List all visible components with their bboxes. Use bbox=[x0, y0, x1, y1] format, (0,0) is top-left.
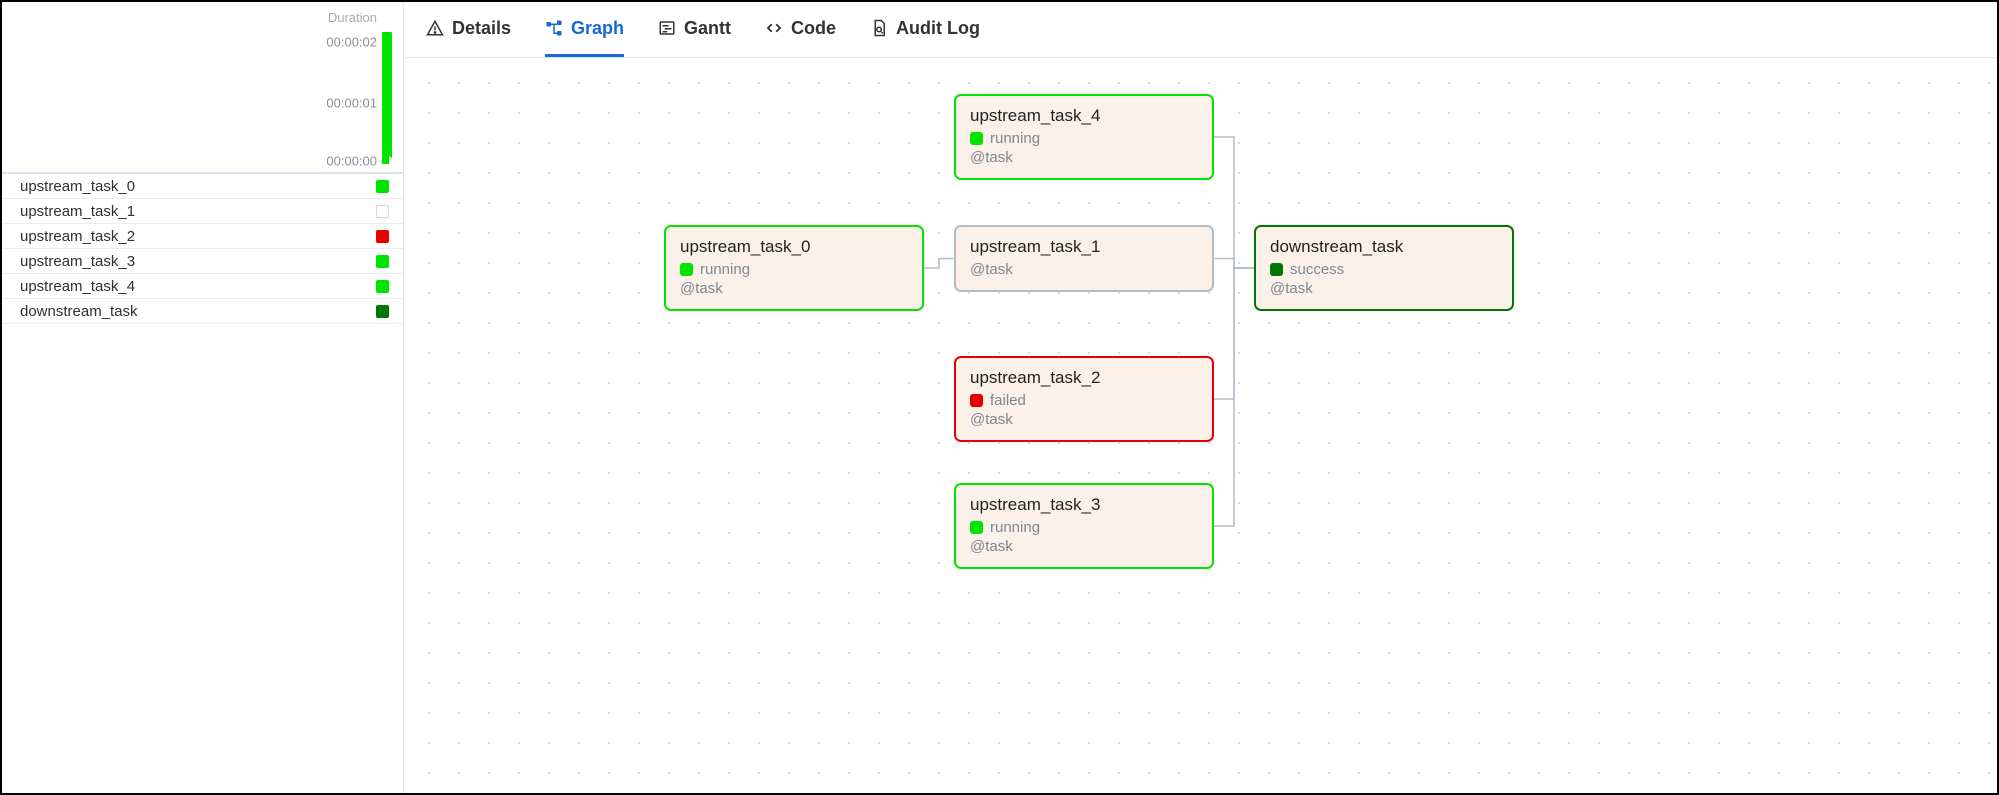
node-title: upstream_task_1 bbox=[970, 237, 1198, 257]
status-chip-running bbox=[376, 255, 389, 268]
node-status: failed bbox=[970, 392, 1198, 409]
details-icon bbox=[426, 19, 444, 37]
task-row-label: downstream_task bbox=[20, 303, 138, 320]
duration-axis: 00:00:02 00:00:01 00:00:00 bbox=[2, 28, 377, 164]
task-row-upstream_task_2[interactable]: upstream_task_2 bbox=[2, 224, 403, 249]
graph-node-upstream_task_0[interactable]: upstream_task_0running @task bbox=[664, 225, 924, 311]
status-dot-failed bbox=[970, 394, 983, 407]
graph-node-upstream_task_4[interactable]: upstream_task_4running @task bbox=[954, 94, 1214, 180]
status-chip-failed bbox=[376, 230, 389, 243]
tab-code[interactable]: Code bbox=[765, 2, 836, 57]
edge-upstream_task_3-downstream_task bbox=[1214, 268, 1254, 526]
graph-node-upstream_task_2[interactable]: upstream_task_2failed @task bbox=[954, 356, 1214, 442]
duration-bar[interactable] bbox=[382, 32, 392, 164]
code-icon bbox=[765, 19, 783, 37]
node-status-label: running bbox=[990, 130, 1040, 147]
edge-upstream_task_4-downstream_task bbox=[1214, 137, 1254, 268]
sidebar: Duration 00:00:02 00:00:01 00:00:00 upst… bbox=[2, 2, 404, 793]
task-list: upstream_task_0 upstream_task_1 upstream_t… bbox=[2, 174, 403, 324]
node-status: running bbox=[970, 130, 1198, 147]
node-decorator: @task bbox=[970, 411, 1198, 428]
gantt-icon bbox=[658, 19, 676, 37]
node-decorator: @task bbox=[680, 280, 908, 297]
status-chip-success bbox=[376, 305, 389, 318]
task-row-label: upstream_task_3 bbox=[20, 253, 135, 270]
graph-icon bbox=[545, 19, 563, 37]
tab-graph[interactable]: Graph bbox=[545, 2, 624, 57]
graph-node-upstream_task_3[interactable]: upstream_task_3running @task bbox=[954, 483, 1214, 569]
tab-label: Code bbox=[791, 18, 836, 39]
node-status: running bbox=[680, 261, 908, 278]
tab-label: Details bbox=[452, 18, 511, 39]
duration-axis-label: Duration bbox=[328, 10, 377, 25]
tab-gantt[interactable]: Gantt bbox=[658, 2, 731, 57]
task-row-label: upstream_task_0 bbox=[20, 178, 135, 195]
task-row-label: upstream_task_1 bbox=[20, 203, 135, 220]
status-chip-running bbox=[376, 180, 389, 193]
node-status: success bbox=[1270, 261, 1498, 278]
duration-tick: 00:00:01 bbox=[326, 95, 377, 110]
node-title: upstream_task_4 bbox=[970, 106, 1198, 126]
node-status-label: success bbox=[1290, 261, 1344, 278]
tab-label: Audit Log bbox=[896, 18, 980, 39]
tab-label: Gantt bbox=[684, 18, 731, 39]
task-row-downstream_task[interactable]: downstream_task bbox=[2, 299, 403, 324]
status-dot-running bbox=[970, 132, 983, 145]
auditlog-icon bbox=[870, 19, 888, 37]
task-row-label: upstream_task_2 bbox=[20, 228, 135, 245]
node-status: running bbox=[970, 519, 1198, 536]
node-decorator: @task bbox=[1270, 280, 1498, 297]
node-status-label: failed bbox=[990, 392, 1026, 409]
node-decorator: @task bbox=[970, 538, 1198, 555]
task-row-upstream_task_0[interactable]: upstream_task_0 bbox=[2, 174, 403, 199]
node-title: upstream_task_0 bbox=[680, 237, 908, 257]
status-dot-success bbox=[1270, 263, 1283, 276]
graph-canvas[interactable]: upstream_task_0running@taskupstream_task… bbox=[404, 58, 1997, 793]
play-marker-icon bbox=[389, 156, 396, 166]
task-row-label: upstream_task_4 bbox=[20, 278, 135, 295]
tab-details[interactable]: Details bbox=[426, 2, 511, 57]
tab-bar: Details Graph Gantt Code Audit Log bbox=[404, 2, 1997, 58]
status-dot-running bbox=[680, 263, 693, 276]
duration-panel: Duration 00:00:02 00:00:01 00:00:00 bbox=[2, 2, 403, 174]
graph-node-downstream_task[interactable]: downstream_tasksuccess @task bbox=[1254, 225, 1514, 311]
node-status-label: running bbox=[700, 261, 750, 278]
task-row-upstream_task_1[interactable]: upstream_task_1 bbox=[2, 199, 403, 224]
node-decorator: @task bbox=[970, 261, 1198, 278]
task-row-upstream_task_4[interactable]: upstream_task_4 bbox=[2, 274, 403, 299]
task-row-upstream_task_3[interactable]: upstream_task_3 bbox=[2, 249, 403, 274]
node-status-label: running bbox=[990, 519, 1040, 536]
main-panel: Details Graph Gantt Code Audit Log upstream_… bbox=[404, 2, 1997, 793]
node-decorator: @task bbox=[970, 149, 1198, 166]
edge-upstream_task_0-upstream_task_1 bbox=[924, 259, 954, 269]
duration-tick: 00:00:02 bbox=[326, 34, 377, 49]
tab-label: Graph bbox=[571, 18, 624, 39]
edge-upstream_task_1-downstream_task bbox=[1214, 259, 1254, 269]
tab-auditlog[interactable]: Audit Log bbox=[870, 2, 980, 57]
status-dot-running bbox=[970, 521, 983, 534]
node-title: downstream_task bbox=[1270, 237, 1498, 257]
node-title: upstream_task_2 bbox=[970, 368, 1198, 388]
edge-upstream_task_2-downstream_task bbox=[1214, 268, 1254, 399]
status-chip-running bbox=[376, 280, 389, 293]
status-chip-none bbox=[376, 205, 389, 218]
graph-node-upstream_task_1[interactable]: upstream_task_1 @task bbox=[954, 225, 1214, 292]
node-title: upstream_task_3 bbox=[970, 495, 1198, 515]
duration-tick: 00:00:00 bbox=[326, 154, 377, 169]
